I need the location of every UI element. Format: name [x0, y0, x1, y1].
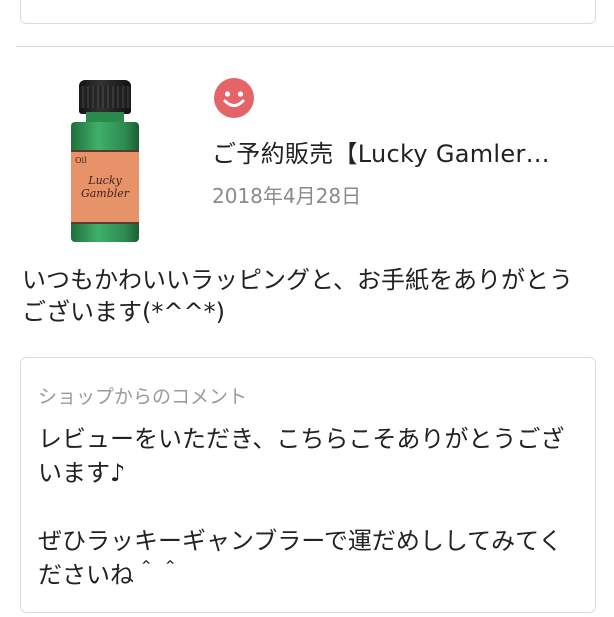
- bottle-label: Oil Lucky Gambler: [71, 150, 139, 224]
- review-divider: [16, 46, 614, 47]
- previous-review-card: [20, 0, 596, 24]
- smile-face-icon: [214, 78, 254, 118]
- oil-bottle-image: Oil Lucky Gambler: [24, 68, 194, 243]
- bottle-cap: [79, 80, 131, 114]
- review-date: 2018年4月28日: [212, 184, 362, 208]
- shop-comment-text: レビューをいただき、こちらこそありがとうございます♪ ぜひラッキーギャンブラーで…: [38, 425, 565, 589]
- shop-comment-heading: ショップからのコメント: [38, 386, 248, 408]
- product-thumbnail[interactable]: Oil Lucky Gambler: [24, 68, 194, 243]
- bottle-label-line-1: Lucky: [88, 174, 122, 187]
- product-title-link[interactable]: ご予約販売【Lucky Gamler…: [212, 134, 602, 169]
- shop-comment-box: ショップからのコメント レビューをいただき、こちらこそありがとうございます♪ ぜ…: [20, 357, 596, 613]
- review-body: いつもかわいいラッピングと、お手紙をありがとうございます(*^^*): [22, 266, 574, 326]
- bottle-label-line-2: Gambler: [80, 187, 130, 200]
